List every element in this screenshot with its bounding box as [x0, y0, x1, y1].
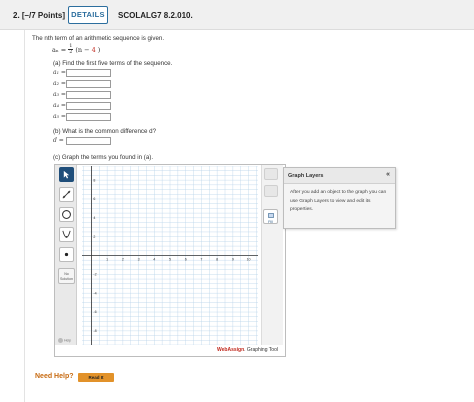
circle-icon	[62, 210, 71, 219]
pointer-tool-button[interactable]	[59, 167, 74, 182]
line-tool-button[interactable]	[59, 187, 74, 202]
x-tick-label: 9	[232, 258, 234, 262]
nth-term-formula: aₙ = 1 2 (n −4)	[52, 44, 100, 55]
pointer-icon	[63, 170, 70, 179]
collapse-icon[interactable]: «	[386, 171, 390, 178]
fraction-denominator: 2	[69, 49, 73, 55]
y-tick-label: 4	[93, 216, 95, 220]
x-tick-label: 8	[216, 258, 218, 262]
line-icon	[62, 190, 71, 199]
term-label-a5: a₅ =	[53, 113, 66, 120]
brand-assign: Assign	[227, 347, 245, 353]
y-tick-label: -2	[93, 273, 96, 277]
x-tick-label: 10	[247, 258, 251, 262]
formula-close: )	[97, 45, 101, 54]
answer-field-a1[interactable]	[66, 69, 111, 77]
y-tick-label: -4	[93, 291, 96, 295]
need-help-label: Need Help?	[35, 373, 74, 380]
point-icon	[64, 252, 69, 257]
formula-open: (n −	[75, 45, 90, 54]
formula-fraction: 1 2	[68, 44, 74, 55]
circle-tool-button[interactable]	[59, 207, 74, 222]
fill-icon	[267, 213, 274, 218]
formula-constant: 4	[91, 45, 96, 54]
intro-text: The nth term of an arithmetic sequence i…	[32, 35, 165, 42]
part-c-question: (c) Graph the terms you found in (a).	[53, 154, 154, 161]
x-tick-label: 6	[185, 258, 187, 262]
details-button[interactable]: DETAILS	[68, 6, 108, 24]
graph-help-control[interactable]: Help	[58, 338, 71, 343]
answer-field-d[interactable]	[66, 137, 111, 145]
graph-layers-header: Graph Layers «	[284, 168, 395, 184]
part-b-question: (b) What is the common difference d?	[53, 128, 157, 135]
question-number: 2. [–/7 Points]	[13, 11, 66, 20]
x-tick-label: 7	[200, 258, 202, 262]
difference-label: d =	[53, 137, 64, 144]
graph-layers-description: After you add an object to the graph you…	[290, 190, 387, 212]
x-tick-label: 2	[122, 258, 124, 262]
formula-lhs: aₙ =	[52, 45, 67, 54]
y-tick-label: 6	[93, 197, 95, 201]
brand-web: Web	[217, 347, 228, 353]
help-circle-icon	[58, 338, 63, 343]
term-label-a1: a₁ =	[53, 69, 66, 76]
part-a-question: (a) Find the first five terms of the seq…	[53, 60, 173, 67]
no-solution-button[interactable]: No Solution	[58, 268, 75, 284]
answer-field-a4[interactable]	[66, 102, 111, 110]
question-code: SCOLALG7 8.2.010.	[118, 11, 193, 20]
parabola-icon	[62, 230, 71, 238]
graph-canvas[interactable]: 1 2 3 4 5 6 7 8 9 10 8 6 4 2 -2 -4 -6 -8	[82, 166, 258, 345]
term-label-a4: a₄ =	[53, 102, 66, 109]
y-tick-label: -8	[93, 329, 96, 333]
redo-button[interactable]	[264, 185, 278, 197]
graph-help-label: Help	[63, 338, 72, 343]
webassign-graphing-tool-brand: WebAssign. Graphing Tool	[217, 347, 278, 353]
graph-layers-title: Graph Layers	[288, 173, 324, 179]
brand-suffix: . Graphing Tool	[244, 347, 278, 353]
graph-layers-panel: Graph Layers « After you add an object t…	[283, 167, 396, 229]
answer-field-a5[interactable]	[66, 113, 111, 121]
term-label-a3: a₃ =	[53, 91, 66, 98]
x-tick-label: 3	[138, 258, 140, 262]
fill-label: Fill	[268, 220, 273, 224]
term-label-a2: a₂ =	[53, 80, 66, 87]
y-tick-label: 2	[93, 235, 95, 239]
answer-field-a2[interactable]	[66, 80, 111, 88]
read-it-button[interactable]: Read It	[78, 373, 114, 382]
x-tick-label: 1	[106, 258, 108, 262]
question-header: 2. [–/7 Points] DETAILS SCOLALG7 8.2.010…	[0, 0, 474, 30]
fill-button[interactable]: Fill	[263, 209, 278, 224]
point-tool-button[interactable]	[59, 247, 74, 262]
y-tick-label: -6	[93, 310, 96, 314]
parabola-tool-button[interactable]	[59, 227, 74, 242]
answer-field-a3[interactable]	[66, 91, 111, 99]
x-tick-label: 4	[153, 258, 155, 262]
x-tick-label: 5	[169, 258, 171, 262]
y-tick-label: 8	[93, 178, 95, 182]
undo-button[interactable]	[264, 168, 278, 180]
